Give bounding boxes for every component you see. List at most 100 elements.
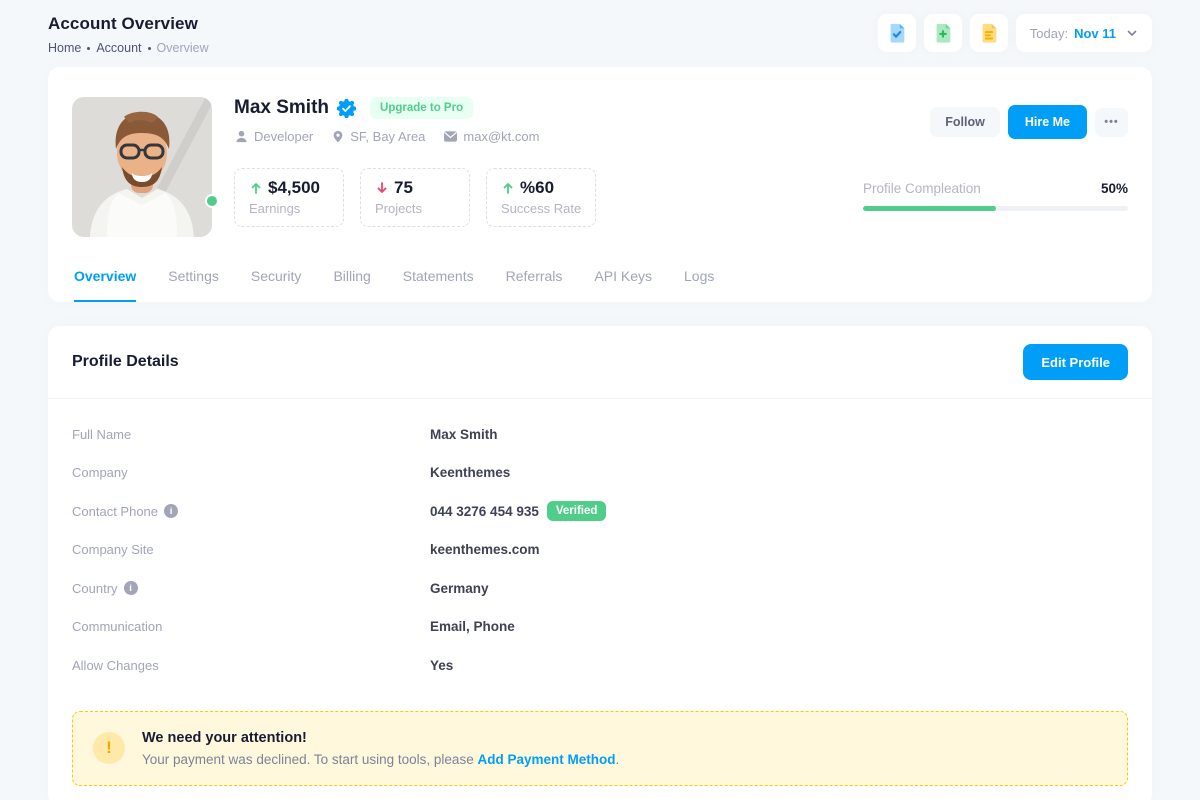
detail-value: keenthemes.com — [430, 542, 540, 557]
detail-label: Country i — [72, 581, 430, 596]
info-icon[interactable]: i — [124, 581, 138, 595]
completion-progress-track — [863, 206, 1128, 211]
breadcrumb-home[interactable]: Home — [48, 41, 81, 55]
profile-email[interactable]: max@kt.com — [443, 129, 539, 144]
stat-label: Projects — [375, 201, 455, 216]
more-options-button[interactable]: ••• — [1095, 108, 1128, 137]
attention-notice: ! We need your attention! Your payment w… — [72, 711, 1128, 786]
details-header: Profile Details Edit Profile — [48, 326, 1152, 399]
detail-value-text: 044 3276 454 935 — [430, 504, 539, 519]
stat-success-rate: %60 Success Rate — [486, 168, 596, 227]
profile-stats: $4,500 Earnings 75 Projects — [234, 168, 841, 227]
notice-text-body: Your payment was declined. To start usin… — [142, 752, 477, 767]
stat-label: Success Rate — [501, 201, 581, 216]
file-plus-button[interactable] — [924, 14, 962, 52]
profile-location-label: SF, Bay Area — [350, 129, 425, 144]
detail-label: Allow Changes — [72, 658, 430, 673]
follow-button[interactable]: Follow — [930, 107, 1000, 137]
chevron-down-icon — [1126, 27, 1138, 39]
file-lines-icon — [978, 22, 1000, 44]
breadcrumb-separator — [148, 47, 151, 50]
file-check-button[interactable] — [878, 14, 916, 52]
details-body: Full Name Max Smith Company Keenthemes C… — [48, 399, 1152, 685]
detail-value: Max Smith — [430, 427, 498, 442]
notice-content: We need your attention! Your payment was… — [142, 730, 619, 767]
detail-label-text: Full Name — [72, 427, 131, 442]
detail-row-company-site: Company Site keenthemes.com — [72, 531, 1128, 570]
profile-completion: Profile Compleation 50% — [863, 181, 1128, 211]
detail-row-full-name: Full Name Max Smith — [72, 415, 1128, 454]
detail-label-text: Communication — [72, 619, 162, 634]
page-heading: Account Overview Home Account Overview — [48, 14, 209, 55]
tab-api-keys[interactable]: API Keys — [594, 262, 652, 302]
profile-meta: Developer SF, Bay Area max@kt.com — [234, 129, 841, 144]
profile-side: Follow Hire Me ••• Profile Compleation 5… — [863, 97, 1128, 237]
notice-title: We need your attention! — [142, 730, 619, 746]
tab-referrals[interactable]: Referrals — [506, 262, 563, 302]
pin-icon — [331, 129, 345, 144]
stat-projects: 75 Projects — [360, 168, 470, 227]
detail-row-allow-changes: Allow Changes Yes — [72, 646, 1128, 685]
arrow-up-icon — [249, 181, 263, 195]
file-lines-button[interactable] — [970, 14, 1008, 52]
tab-settings[interactable]: Settings — [168, 262, 219, 302]
detail-row-communication: Communication Email, Phone — [72, 608, 1128, 647]
profile-location[interactable]: SF, Bay Area — [331, 129, 425, 144]
stat-earnings: $4,500 Earnings — [234, 168, 344, 227]
tab-statements[interactable]: Statements — [403, 262, 474, 302]
stat-value: 75 — [394, 178, 413, 198]
add-payment-method-link[interactable]: Add Payment Method — [477, 752, 615, 767]
detail-label: Company — [72, 465, 430, 480]
detail-row-company: Company Keenthemes — [72, 454, 1128, 493]
avatar-photo — [72, 97, 212, 237]
details-title[interactable]: Profile Details — [72, 353, 179, 371]
completion-label: Profile Compleation — [863, 181, 981, 196]
completion-value: 50% — [1101, 181, 1128, 196]
profile-name[interactable]: Max Smith — [234, 97, 329, 119]
detail-label: Company Site — [72, 542, 430, 557]
detail-value: Germany — [430, 581, 489, 596]
stat-value: $4,500 — [268, 178, 320, 198]
stat-label: Earnings — [249, 201, 329, 216]
profile-details-card: Profile Details Edit Profile Full Name M… — [48, 326, 1152, 800]
date-selector[interactable]: Today: Nov 11 — [1016, 14, 1152, 52]
detail-row-contact-phone: Contact Phone i 044 3276 454 935 Verifie… — [72, 492, 1128, 531]
detail-label-text: Country — [72, 581, 118, 596]
detail-value: Yes — [430, 658, 453, 673]
file-plus-icon — [932, 22, 954, 44]
breadcrumb-separator — [87, 47, 90, 50]
detail-label: Contact Phone i — [72, 504, 430, 519]
detail-label-text: Company — [72, 465, 128, 480]
notice-text-suffix: . — [615, 752, 619, 767]
profile-email-label: max@kt.com — [463, 129, 539, 144]
hire-me-button[interactable]: Hire Me — [1008, 105, 1087, 139]
verified-badge-icon — [337, 99, 356, 118]
page-header: Account Overview Home Account Overview — [0, 0, 1200, 55]
tab-overview[interactable]: Overview — [74, 262, 136, 302]
info-icon[interactable]: i — [164, 504, 178, 518]
breadcrumb-account[interactable]: Account — [96, 41, 141, 55]
breadcrumb: Home Account Overview — [48, 41, 209, 55]
arrow-down-icon — [375, 181, 389, 195]
detail-row-country: Country i Germany — [72, 569, 1128, 608]
profile-main: Max Smith Upgrade to Pro — [234, 97, 841, 237]
profile-card: Max Smith Upgrade to Pro — [48, 67, 1152, 302]
edit-profile-button[interactable]: Edit Profile — [1023, 344, 1128, 380]
tab-logs[interactable]: Logs — [684, 262, 714, 302]
notice-text: Your payment was declined. To start usin… — [142, 752, 619, 767]
date-label: Today: — [1030, 26, 1068, 41]
account-tabs: Overview Settings Security Billing State… — [72, 262, 1128, 302]
upgrade-to-pro-badge[interactable]: Upgrade to Pro — [370, 97, 473, 119]
avatar[interactable] — [72, 97, 212, 237]
profile-role[interactable]: Developer — [234, 129, 313, 144]
exclamation-icon: ! — [93, 732, 125, 764]
date-value: Nov 11 — [1074, 26, 1116, 41]
tab-billing[interactable]: Billing — [333, 262, 370, 302]
tab-security[interactable]: Security — [251, 262, 302, 302]
detail-value: 044 3276 454 935 Verified — [430, 501, 606, 521]
online-status-dot — [205, 194, 219, 208]
detail-value: Email, Phone — [430, 619, 515, 634]
user-icon — [234, 129, 249, 144]
page-title: Account Overview — [48, 14, 209, 34]
detail-label: Communication — [72, 619, 430, 634]
